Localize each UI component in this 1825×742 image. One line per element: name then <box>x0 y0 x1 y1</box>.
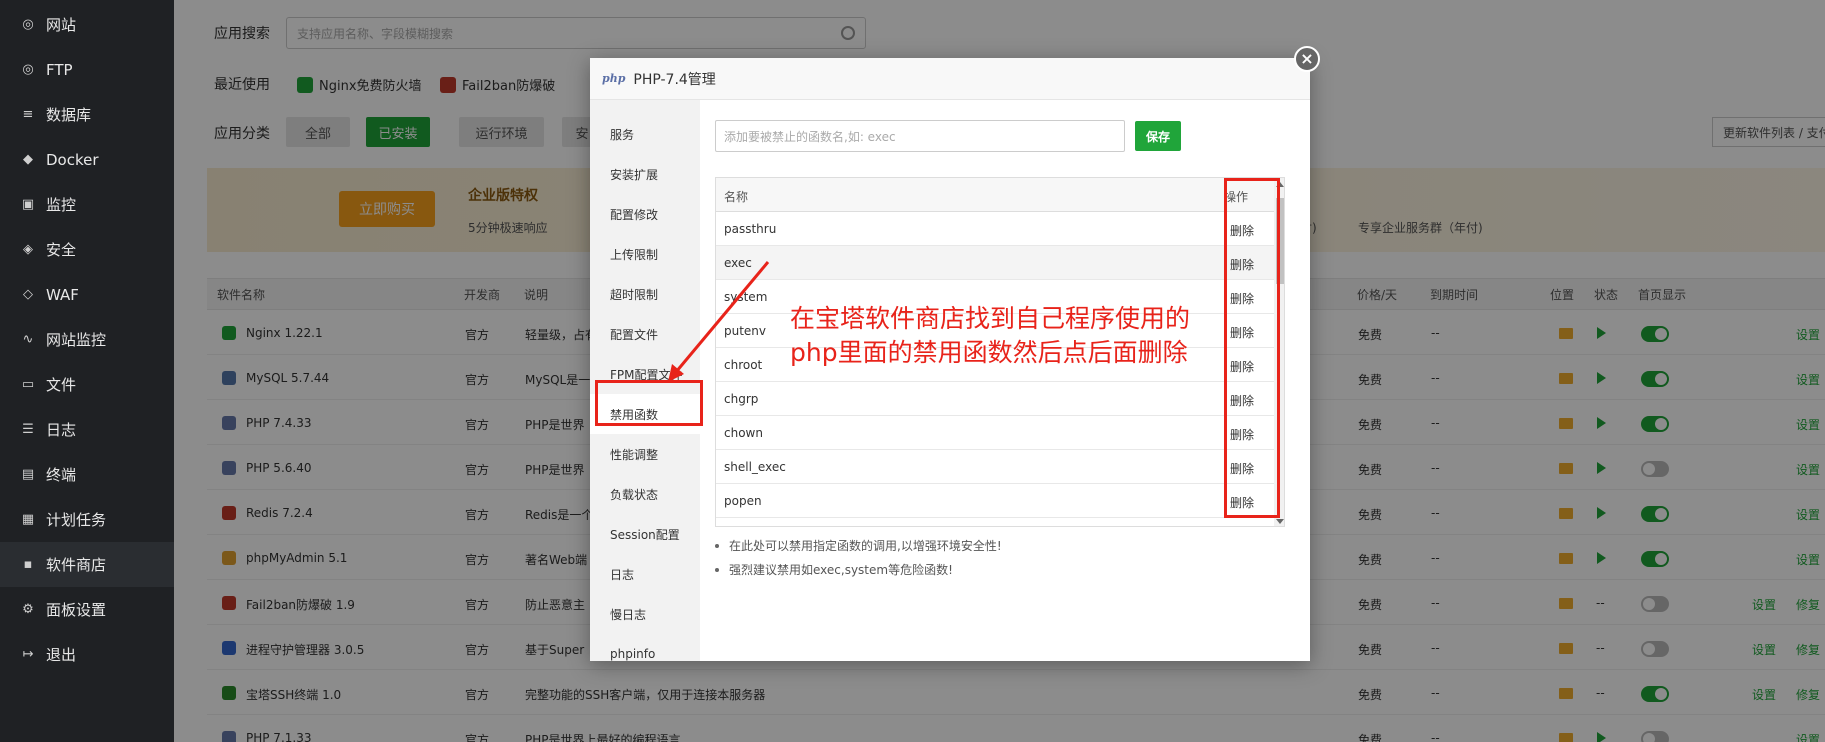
annotation-text: 在宝塔软件商店找到自己程序使用的php里面的禁用函数然后点后面删除 <box>790 304 1191 367</box>
annotation-arrow <box>668 261 770 382</box>
